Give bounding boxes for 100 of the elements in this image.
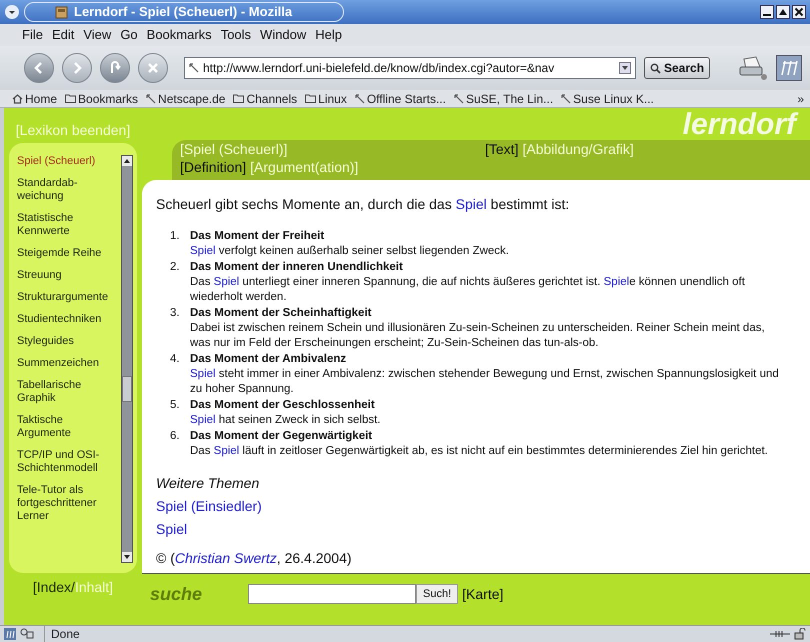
moment-title: Das Moment der Gegenwärtigkeit — [190, 429, 374, 444]
topic-link[interactable]: Summenzeichen — [17, 357, 117, 370]
moment-text: Spiel verfolgt keinen außerhalb seiner selbst liegenden Zweck. — [190, 244, 509, 259]
list-number: 5. — [170, 398, 181, 413]
menu-item[interactable]: Go — [120, 25, 138, 45]
printer-icon[interactable] — [738, 55, 768, 81]
intro-text: Scheuerl gibt sechs Momente an, durch die das Spiel bestimmt ist: — [156, 195, 570, 214]
link[interactable]: Spiel — [190, 414, 216, 426]
search-button[interactable]: Search — [644, 57, 710, 79]
moment-text: Das Spiel unterliegt einer inneren Spannung, die auf nichts äußeres gerichtet ist. Spiele können unendlich oft wiederholt werden. — [190, 275, 746, 305]
menu-item[interactable]: Window — [260, 25, 306, 45]
search-field[interactable] — [248, 584, 416, 604]
menu-item[interactable]: File — [22, 25, 43, 45]
link[interactable]: Spiel — [190, 368, 216, 380]
topic-link[interactable]: Tele-Tutor als fortgeschrittener Lerner — [17, 484, 117, 523]
bookmark-icon — [189, 63, 199, 73]
bookmark-item[interactable]: SuSE, The Lin... — [454, 90, 554, 108]
status-text: Done — [44, 625, 80, 642]
more-heading: Weitere Themen — [156, 474, 260, 493]
search-submit-button[interactable]: Such! — [416, 584, 458, 604]
list-number: 1. — [170, 229, 181, 244]
maximize-icon[interactable] — [776, 5, 790, 19]
link[interactable]: Spiel — [456, 196, 487, 212]
menu-item[interactable]: Bookmarks — [146, 25, 212, 45]
topic-link[interactable]: Strukturargumente — [17, 291, 117, 304]
bookmark-item[interactable]: Home — [12, 90, 58, 108]
index-link[interactable]: [Index/ — [32, 577, 75, 598]
link[interactable]: Spiel — [214, 276, 240, 288]
topic-link[interactable]: Steigemde Reihe — [17, 247, 117, 260]
moment-title: Das Moment der Scheinhaftigkeit — [190, 306, 372, 321]
scroll-down-icon[interactable] — [122, 552, 132, 562]
bookmark-icon — [454, 94, 464, 104]
moment-title: Das Moment der inneren Unendlichkeit — [190, 260, 404, 275]
app-icon — [55, 6, 68, 18]
dropdown-icon[interactable] — [619, 62, 631, 74]
overflow-chevron[interactable]: » — [797, 90, 804, 108]
home-icon — [12, 94, 23, 104]
topic-link[interactable]: Spiel (Einsiedler) — [156, 496, 262, 517]
moment-text: Dabei ist zwischen reinem Schein und illusionären Zu-sein-Scheinen zu unterscheiden. Reiner Schein meint das, was nur im Feld der Erscheinungen erscheint; Zu-Sein-Scheinen das tun-als-ob. — [190, 321, 766, 351]
topic-link[interactable]: Studientechniken — [17, 313, 117, 326]
topic-link[interactable]: Statistische Kennwerte — [17, 212, 117, 238]
window-menu-icon[interactable] — [4, 4, 20, 20]
type-tab[interactable]: [Definition] — [180, 158, 246, 176]
moment-text: Spiel hat seinen Zweck in sich selbst. — [190, 413, 380, 428]
window-title: Lerndorf - Spiel (Scheuerl) - Mozilla — [74, 3, 292, 22]
map-link[interactable]: [Karte] — [462, 584, 504, 604]
reload-icon — [108, 61, 122, 75]
lerndorf-logo: lerndorf — [682, 108, 796, 142]
topic-link[interactable]: Spiel (Scheuerl) — [17, 155, 117, 168]
media-tab[interactable]: [Text] — [485, 140, 518, 158]
back-button[interactable] — [24, 53, 54, 83]
scroll-up-icon[interactable] — [122, 156, 132, 166]
link[interactable]: Spiel — [214, 445, 240, 457]
list-number: 6. — [170, 429, 181, 444]
topic-link[interactable]: Standardab-weichung — [17, 177, 117, 203]
bookmark-icon — [561, 94, 572, 104]
folder-icon — [305, 94, 316, 103]
topic-link[interactable]: Styleguides — [17, 335, 117, 348]
scrollbar[interactable] — [121, 155, 133, 563]
bookmark-item[interactable]: Channels — [233, 90, 298, 108]
list-number: 4. — [170, 352, 181, 367]
topic-link[interactable]: Tabellarische Graphik — [17, 379, 117, 405]
copyright-text: © (Christian Swertz, 26.4.2004) — [156, 549, 353, 568]
mozilla-icon[interactable] — [776, 55, 802, 81]
topic-link[interactable]: Streuung — [17, 269, 117, 282]
menu-item[interactable]: Edit — [52, 25, 74, 45]
moment-title: Das Moment der Geschlossenheit — [190, 398, 376, 413]
address-field[interactable]: http://www.lerndorf.uni-bielefeld.de/know/db/index.cgi?autor=&nav — [184, 57, 636, 79]
bookmark-item[interactable]: Bookmarks — [65, 90, 138, 108]
bookmark-icon — [146, 94, 156, 104]
lock-icon — [794, 628, 806, 640]
list-number: 3. — [170, 306, 181, 321]
close-icon[interactable] — [792, 5, 806, 19]
link[interactable]: Christian Swertz — [174, 550, 277, 566]
list-number: 2. — [170, 260, 181, 275]
stop-button[interactable] — [138, 53, 168, 83]
link[interactable]: Spiel — [604, 276, 630, 288]
mozilla-icon[interactable] — [4, 628, 16, 640]
topic-link[interactable]: Taktische Argumente — [17, 414, 117, 440]
bookmark-item[interactable]: Offline Starts... — [354, 90, 446, 108]
moment-title: Das Moment der Ambivalenz — [190, 352, 348, 367]
menu-item[interactable]: View — [83, 25, 112, 45]
minimize-icon[interactable] — [760, 5, 774, 19]
scrollbar-thumb[interactable] — [122, 376, 132, 402]
topic-link[interactable]: Spiel — [156, 519, 188, 540]
folder-icon — [65, 94, 76, 103]
folder-icon — [233, 94, 244, 103]
connection-icon — [770, 629, 790, 639]
link[interactable]: Spiel — [190, 245, 216, 257]
bookmark-item[interactable]: Netscape.de — [146, 90, 226, 108]
moment-title: Das Moment der Freiheit — [190, 229, 326, 244]
menu-item[interactable]: Help — [315, 25, 342, 45]
bookmark-item[interactable]: Linux — [305, 90, 347, 108]
bookmark-icon — [354, 94, 365, 104]
reload-button[interactable] — [100, 53, 130, 83]
stop-icon — [146, 61, 160, 75]
forward-button[interactable] — [62, 53, 92, 83]
bookmark-item[interactable]: Suse Linux K... — [561, 90, 654, 108]
topic-link[interactable]: TCP/IP und OSI-Schichtenmodell — [17, 449, 117, 475]
menu-item[interactable]: Tools — [220, 25, 252, 45]
